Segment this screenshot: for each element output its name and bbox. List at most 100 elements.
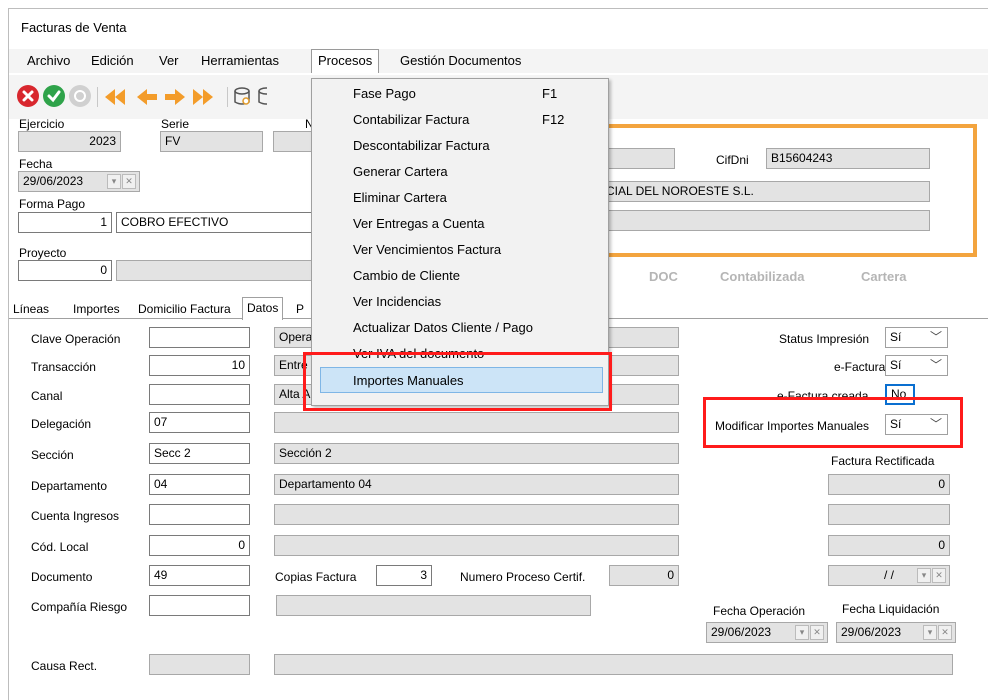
- cifdni-field[interactable]: B15604243: [766, 148, 930, 169]
- facturas-window: Facturas de Venta Archivo Edición Ver He…: [8, 8, 988, 700]
- tab-p[interactable]: P: [292, 299, 308, 319]
- menu-item-cambio-cliente[interactable]: Cambio de Cliente: [312, 263, 608, 289]
- delegacion-desc[interactable]: [274, 412, 679, 433]
- search-db-icon[interactable]: [233, 86, 253, 108]
- menu-gestion-documentos[interactable]: Gestión Documentos: [394, 49, 527, 73]
- client-address-field[interactable]: [601, 210, 930, 231]
- serie-field[interactable]: FV: [160, 131, 263, 152]
- date-dropdown-icon[interactable]: ▾: [107, 174, 121, 189]
- date-dropdown-icon[interactable]: ▾: [917, 568, 931, 583]
- ejercicio-field[interactable]: 2023: [18, 131, 121, 152]
- departamento-label: Departamento: [31, 479, 108, 493]
- highlight-modificar-importes: [703, 397, 963, 448]
- tab-domicilio-factura[interactable]: Domicilio Factura: [134, 299, 235, 319]
- seccion-desc[interactable]: Sección 2: [274, 443, 679, 464]
- last-arrow-icon[interactable]: [193, 87, 219, 107]
- fecha-operacion-label: Fecha Operación: [713, 604, 806, 618]
- menu-herramientas[interactable]: Herramientas: [195, 49, 285, 73]
- factura-rectificada-date[interactable]: / / ▾ ✕: [828, 565, 950, 586]
- numero-field[interactable]: [273, 131, 313, 152]
- fecha-liquidacion-label: Fecha Liquidación: [842, 602, 940, 616]
- causa-rect-code[interactable]: [149, 654, 250, 675]
- menu-procesos[interactable]: Procesos: [311, 49, 380, 73]
- menu-item-eliminar-cartera[interactable]: Eliminar Cartera: [312, 185, 608, 211]
- menu-ver[interactable]: Ver: [153, 49, 185, 73]
- menu-item-fase-pago[interactable]: Fase Pago F1: [312, 81, 608, 107]
- menu-item-vencimientos[interactable]: Ver Vencimientos Factura: [312, 237, 608, 263]
- transaccion-label: Transacción: [31, 360, 96, 374]
- menu-item-contabilizar[interactable]: Contabilizar Factura F12: [312, 107, 608, 133]
- date-clear-icon[interactable]: ✕: [122, 174, 136, 189]
- menu-archivo[interactable]: Archivo: [21, 49, 76, 73]
- ok-icon[interactable]: [43, 85, 65, 107]
- client-name-field[interactable]: CIAL DEL NOROESTE S.L.: [601, 181, 930, 202]
- fecha-operacion-field[interactable]: 29/06/2023 ▾ ✕: [706, 622, 828, 643]
- causa-rect-desc[interactable]: [274, 654, 953, 675]
- factura-rectificada-2[interactable]: [828, 504, 950, 525]
- client-code-field[interactable]: [601, 148, 675, 169]
- proyecto-desc[interactable]: [116, 260, 316, 281]
- window-title: Facturas de Venta: [21, 20, 127, 35]
- proyecto-code[interactable]: 0: [18, 260, 112, 281]
- menu-item-generar-cartera[interactable]: Generar Cartera: [312, 159, 608, 185]
- factura-rectificada-3[interactable]: 0: [828, 535, 950, 556]
- forma-pago-desc[interactable]: COBRO EFECTIVO: [116, 212, 316, 233]
- factura-rectificada-1[interactable]: 0: [828, 474, 950, 495]
- delegacion-field[interactable]: 07: [149, 412, 250, 433]
- compania-riesgo-field[interactable]: [149, 595, 250, 616]
- date-clear-icon[interactable]: ✕: [938, 625, 952, 640]
- departamento-field[interactable]: 04: [149, 474, 250, 495]
- date-dropdown-icon[interactable]: ▾: [923, 625, 937, 640]
- tab-importes[interactable]: Importes: [69, 299, 124, 319]
- efactura-select[interactable]: Sí ﹀: [885, 355, 948, 376]
- menu-item-label: Eliminar Cartera: [353, 190, 447, 205]
- date-clear-icon[interactable]: ✕: [810, 625, 824, 640]
- refresh-icon[interactable]: [69, 85, 91, 107]
- first-arrow-icon[interactable]: [105, 87, 131, 107]
- cod-local-label: Cód. Local: [31, 540, 89, 554]
- menu-item-descontabilizar[interactable]: Descontabilizar Factura: [312, 133, 608, 159]
- menu-item-label: Fase Pago: [353, 86, 416, 101]
- cuenta-ingresos-field[interactable]: [149, 504, 250, 525]
- forma-pago-code[interactable]: 1: [18, 212, 112, 233]
- menu-item-entregas-cuenta[interactable]: Ver Entregas a Cuenta: [312, 211, 608, 237]
- status-impresion-label: Status Impresión: [779, 332, 870, 346]
- seccion-field[interactable]: Secc 2: [149, 443, 250, 464]
- contabilizada-status: Contabilizada: [720, 269, 805, 284]
- date-dropdown-icon[interactable]: ▾: [795, 625, 809, 640]
- fecha-liquidacion-value: 29/06/2023: [841, 625, 902, 639]
- transaccion-field[interactable]: 10: [149, 355, 250, 376]
- copias-field[interactable]: 3: [376, 565, 432, 586]
- rect-date-value: / /: [883, 568, 894, 582]
- cancel-icon[interactable]: [17, 85, 39, 107]
- canal-field[interactable]: [149, 384, 250, 405]
- compania-riesgo-desc[interactable]: [276, 595, 591, 616]
- cod-local-field[interactable]: 0: [149, 535, 250, 556]
- fecha-field[interactable]: 29/06/2023 ▾ ✕: [18, 171, 140, 192]
- date-clear-icon[interactable]: ✕: [932, 568, 946, 583]
- status-impresion-select[interactable]: Sí ﹀: [885, 327, 948, 348]
- cuenta-ingresos-desc[interactable]: [274, 504, 679, 525]
- menu-item-incidencias[interactable]: Ver Incidencias: [312, 289, 608, 315]
- database-icon[interactable]: [257, 86, 267, 108]
- tab-lineas[interactable]: Líneas: [9, 299, 53, 319]
- menu-bar: Archivo Edición Ver Herramientas Proceso…: [9, 49, 988, 73]
- cod-local-desc[interactable]: [274, 535, 679, 556]
- proceso-certif-field[interactable]: 0: [609, 565, 679, 586]
- fecha-value: 29/06/2023: [23, 174, 84, 188]
- menu-item-actualizar-datos[interactable]: Actualizar Datos Cliente / Pago: [312, 315, 608, 341]
- menu-item-label: Ver Incidencias: [353, 294, 442, 309]
- next-arrow-icon[interactable]: [165, 87, 187, 107]
- documento-field[interactable]: 49: [149, 565, 250, 586]
- highlight-importes-manuales: [303, 352, 612, 411]
- proyecto-label: Proyecto: [19, 246, 67, 260]
- menu-edicion[interactable]: Edición: [85, 49, 140, 73]
- delegacion-label: Delegación: [31, 417, 92, 431]
- departamento-desc[interactable]: Departamento 04: [274, 474, 679, 495]
- fecha-liquidacion-field[interactable]: 29/06/2023 ▾ ✕: [836, 622, 956, 643]
- tab-datos[interactable]: Datos: [242, 297, 284, 320]
- prev-arrow-icon[interactable]: [137, 87, 159, 107]
- clave-operacion-field[interactable]: [149, 327, 250, 348]
- compania-riesgo-label: Compañía Riesgo: [31, 600, 128, 614]
- causa-rect-label: Causa Rect.: [31, 659, 98, 673]
